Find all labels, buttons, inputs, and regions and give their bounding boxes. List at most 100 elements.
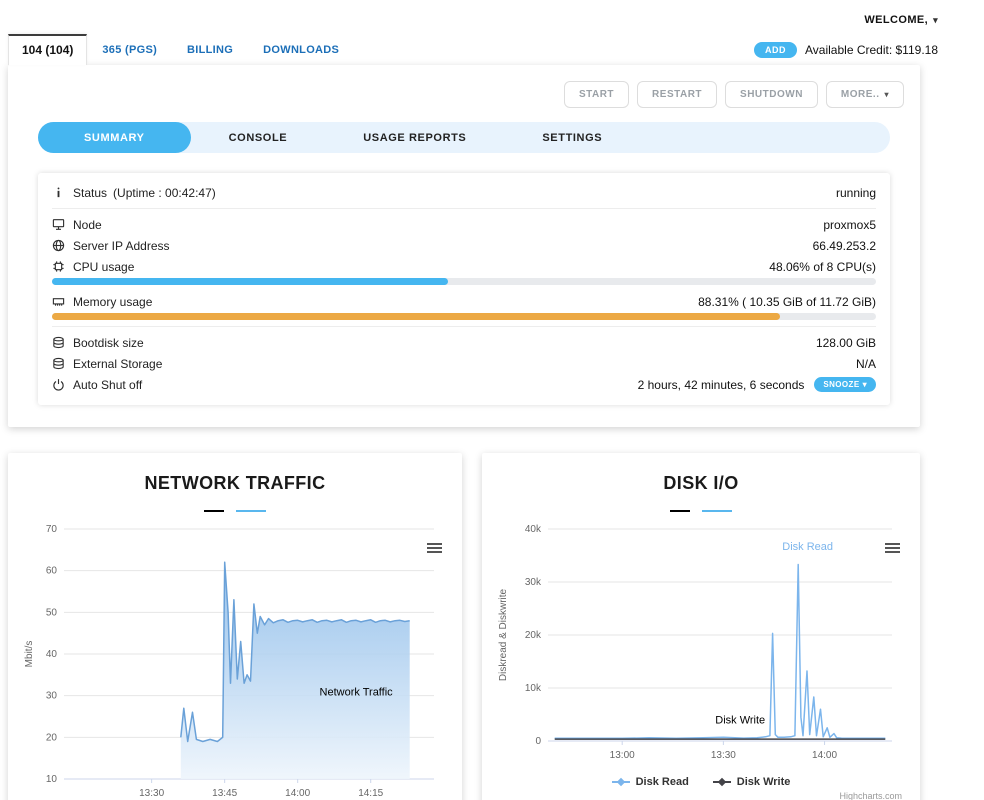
series-label: Network Traffic [320,687,394,699]
auto-shutoff-row: Auto Shut off 2 hours, 42 minutes, 6 sec… [52,374,876,395]
legend-disk-read[interactable]: Disk Read [611,776,689,788]
y-tick-label: 70 [46,524,58,535]
x-tick-label: 14:00 [812,750,837,761]
section-tabs: SUMMARY CONSOLE USAGE REPORTS SETTINGS [38,122,890,153]
x-tick-label: 14:00 [285,788,310,799]
tab-365-pgs[interactable]: 365 (PGS) [87,36,172,65]
status-value: running [835,185,876,200]
memory-row: Memory usage 88.31% ( 10.35 GiB of 11.72… [52,291,876,312]
more-button[interactable]: MORE.. ▾ [825,81,904,108]
welcome-menu[interactable]: WELCOME, ▾ [864,14,938,26]
disk-io-card: DISK I/O 0 10k 20k 30k 40k 13:00 13:30 14:00 Dis… [482,453,920,800]
charts-row: NETWORK TRAFFIC 10 20 30 40 50 60 70 13:30 13:45… [8,453,920,800]
divider [52,208,876,209]
x-tick-label: 13:30 [711,750,736,761]
series-area [180,562,410,779]
legend-swatch[interactable] [670,510,690,512]
y-tick-label: 0 [535,736,541,747]
x-tick-label: 14:15 [358,788,383,799]
series-line [554,563,886,740]
shutdown-button[interactable]: SHUTDOWN [725,81,818,108]
cpu-progress-fill [52,278,448,285]
chart-bottom-legend: Disk Read Disk Write [496,769,906,791]
tab-bar: 104 (104) 365 (PGS) BILLING DOWNLOADS AD… [0,30,984,65]
tab-console[interactable]: CONSOLE [191,122,326,153]
network-traffic-chart: 10 20 30 40 50 60 70 13:30 13:45 14:00 14:15 Networ… [24,524,434,799]
external-storage-value: N/A [855,356,876,371]
bootdisk-value: 128.00 GiB [815,335,876,350]
x-tick-label: 13:00 [610,750,635,761]
disk-read-marker-icon [611,781,630,783]
network-traffic-card: NETWORK TRAFFIC 10 20 30 40 50 60 70 13:30 13:45… [8,453,462,800]
credit-area: ADD Available Credit: $119.18 [754,42,938,65]
ip-label: Server IP Address [73,238,170,253]
chart-menu-icon[interactable] [427,543,442,555]
top-bar: WELCOME, ▾ [0,0,984,30]
series-label: Disk Write [715,715,765,727]
node-label: Node [73,217,102,232]
tab-billing[interactable]: BILLING [172,36,248,65]
add-credit-button[interactable]: ADD [754,42,798,58]
node-value: proxmox5 [823,217,876,232]
welcome-label: WELCOME, [864,14,929,26]
tab-downloads[interactable]: DOWNLOADS [248,36,354,65]
memory-label: Memory usage [73,294,153,309]
tab-usage-reports[interactable]: USAGE REPORTS [325,122,504,153]
cpu-row: CPU usage 48.06% of 8 CPU(s) [52,256,876,277]
tab-server-104[interactable]: 104 (104) [8,34,88,65]
snooze-button[interactable]: SNOOZE ▾ [814,377,876,392]
cpu-icon [52,260,67,273]
highcharts-credit[interactable]: Highcharts.com [496,791,906,800]
cpu-label: CPU usage [73,259,135,274]
y-tick-label: 60 [46,566,58,577]
y-tick-label: 10 [46,774,58,785]
tab-settings[interactable]: SETTINGS [504,122,640,153]
chevron-down-icon: ▾ [884,90,889,99]
legend-swatch[interactable] [236,510,266,512]
external-storage-row: External Storage N/A [52,353,876,374]
status-card: Status (Uptime : 00:42:47) running Node … [38,173,890,405]
x-tick-label: 13:30 [139,788,164,799]
y-tick-label: 30 [46,691,58,702]
memory-progress-fill [52,313,780,320]
disk-io-chart: 0 10k 20k 30k 40k 13:00 13:30 14:00 Disk Read Dis… [498,524,892,761]
y-tick-label: 10k [525,683,542,694]
legend-label: Disk Read [635,776,689,788]
chart-menu-icon[interactable] [885,543,900,555]
legend-swatch[interactable] [204,510,224,512]
info-icon [52,186,67,199]
ip-row: Server IP Address 66.49.253.2 [52,235,876,256]
status-label: Status [73,185,108,200]
start-button[interactable]: START [563,81,630,108]
chart-legend [22,507,448,515]
disk-icon [52,336,67,349]
cpu-value: 48.06% of 8 CPU(s) [769,259,876,274]
auto-shutoff-value: 2 hours, 42 minutes, 6 seconds [637,377,805,392]
node-row: Node proxmox5 [52,214,876,235]
y-axis-label: Diskread & Diskwrite [498,588,509,681]
memory-value: 88.31% ( 10.35 GiB of 11.72 GiB) [698,294,876,309]
divider [52,326,876,327]
storage-icon [52,357,67,370]
available-credit: Available Credit: $119.18 [805,43,938,57]
y-tick-label: 50 [46,607,58,618]
legend-label: Disk Write [736,776,791,788]
snooze-label: SNOOZE [823,380,860,389]
y-tick-label: 20 [46,732,58,743]
tab-summary[interactable]: SUMMARY [38,122,191,153]
power-icon [52,378,67,391]
y-axis-label: Mbit/s [24,641,35,668]
status-row: Status (Uptime : 00:42:47) running [52,182,876,203]
bootdisk-row: Bootdisk size 128.00 GiB [52,332,876,353]
y-tick-label: 30k [525,577,542,588]
legend-disk-write[interactable]: Disk Write [712,776,791,788]
more-label: MORE.. [840,89,880,100]
legend-swatch[interactable] [702,510,732,512]
x-tick-label: 13:45 [212,788,237,799]
auto-shutoff-label: Auto Shut off [73,377,143,392]
chevron-down-icon: ▾ [862,380,867,389]
chart-legend [496,507,906,515]
server-actions: START RESTART SHUTDOWN MORE.. ▾ [8,77,920,122]
restart-button[interactable]: RESTART [637,81,718,108]
ip-value: 66.49.253.2 [812,238,876,253]
